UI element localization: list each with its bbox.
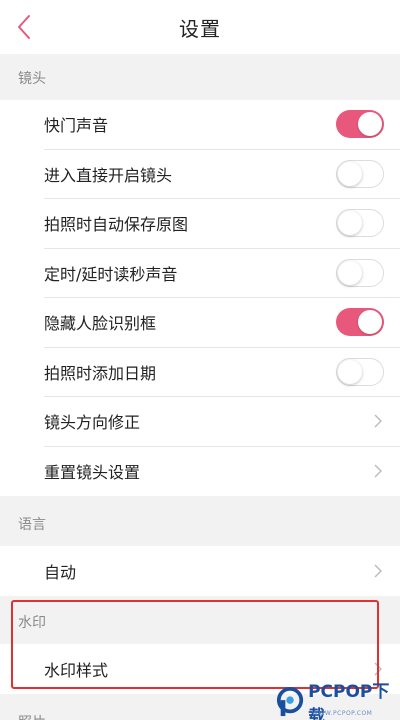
setting-label: 拍照时自动保存原图 xyxy=(44,215,189,235)
section-header-lens: 镜头 xyxy=(0,56,400,100)
chevron-right-icon xyxy=(374,661,384,677)
hide-face-frame-toggle[interactable] xyxy=(336,308,384,337)
chevron-right-icon xyxy=(374,463,384,479)
setting-label: 隐藏人脸识别框 xyxy=(44,314,157,334)
open-camera-directly-toggle[interactable] xyxy=(336,159,384,188)
site-watermark-logo: PCPOP下载 WWW.PCPOP.COM xyxy=(276,682,400,720)
section-header-language: 语言 xyxy=(0,502,400,546)
setting-label: 水印样式 xyxy=(44,660,109,680)
add-date-toggle[interactable] xyxy=(336,357,384,386)
section-header-watermark: 水印 xyxy=(0,600,400,644)
setting-open-camera-directly[interactable]: 进入直接开启镜头 xyxy=(44,150,400,199)
setting-label: 快门声音 xyxy=(44,116,109,136)
language-settings-list: 自动 xyxy=(0,546,400,596)
setting-timer-countdown-sound[interactable]: 定时/延时读秒声音 xyxy=(44,249,400,298)
auto-save-original-toggle[interactable] xyxy=(336,209,384,238)
setting-lens-direction-correction[interactable]: 镜头方向修正 xyxy=(44,397,400,447)
shutter-sound-toggle[interactable] xyxy=(336,110,384,139)
section-header-photo: 照片 xyxy=(18,712,46,720)
setting-hide-face-frame[interactable]: 隐藏人脸识别框 xyxy=(44,298,400,348)
setting-label: 镜头方向修正 xyxy=(44,413,141,433)
setting-auto-save-original[interactable]: 拍照时自动保存原图 xyxy=(44,199,400,249)
pcpop-logo-icon xyxy=(276,687,304,717)
page-title: 设置 xyxy=(179,16,221,41)
setting-label: 进入直接开启镜头 xyxy=(44,165,173,185)
chevron-right-icon xyxy=(374,413,384,429)
setting-add-date[interactable]: 拍照时添加日期 xyxy=(44,348,400,397)
setting-label: 重置镜头设置 xyxy=(44,463,141,483)
setting-language-auto[interactable]: 自动 xyxy=(44,546,400,596)
top-bar: 设置 xyxy=(0,0,400,54)
setting-reset-lens[interactable]: 重置镜头设置 xyxy=(44,447,400,497)
lens-settings-list: 快门声音 进入直接开启镜头 拍照时自动保存原图 定时/延时读秒声音 隐藏人脸识别… xyxy=(0,100,400,496)
chevron-right-icon xyxy=(374,563,384,579)
setting-label: 定时/延时读秒声音 xyxy=(44,264,178,284)
watermark-sub-text: WWW.PCPOP.COM xyxy=(312,710,373,717)
timer-countdown-sound-toggle[interactable] xyxy=(336,258,384,287)
setting-label: 拍照时添加日期 xyxy=(44,363,157,383)
setting-label: 自动 xyxy=(44,562,77,582)
back-arrow-icon[interactable] xyxy=(14,12,34,42)
setting-shutter-sound[interactable]: 快门声音 xyxy=(44,100,400,150)
